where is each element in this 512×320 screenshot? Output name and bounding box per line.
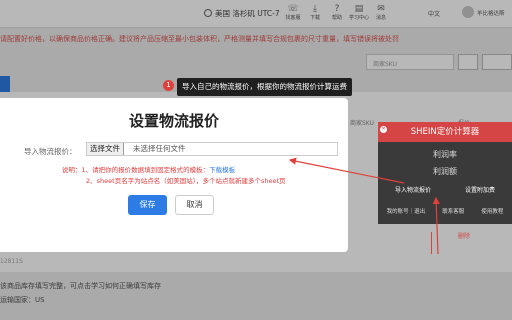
annotation-arrows [288, 157, 440, 255]
arrow-to-file-input [288, 157, 405, 184]
arrow-to-import-link [432, 196, 440, 255]
